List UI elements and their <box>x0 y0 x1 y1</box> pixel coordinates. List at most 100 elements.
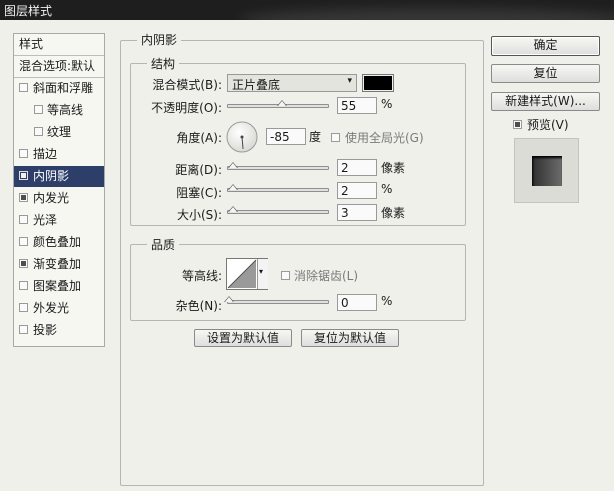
title-bar: 图层样式 <box>0 0 614 20</box>
styles-header-label: 样式 <box>19 37 44 51</box>
preview-thumbnail <box>514 138 579 203</box>
blending-options-item[interactable]: 混合选项:默认 <box>14 56 104 78</box>
noise-slider-thumb[interactable] <box>224 296 234 305</box>
opacity-slider-thumb[interactable] <box>277 100 287 109</box>
style-item-0[interactable]: 斜面和浮雕 <box>14 78 104 99</box>
angle-dial-icon <box>226 121 258 153</box>
style-item-checkbox[interactable] <box>19 237 28 246</box>
opacity-label: 不透明度(O): <box>151 101 222 115</box>
style-item-label: 外发光 <box>33 301 70 315</box>
style-item-label: 内发光 <box>33 191 70 205</box>
blend-mode-label: 混合模式(B): <box>152 78 222 92</box>
style-item-6[interactable]: 光泽 <box>14 210 104 231</box>
style-item-checkbox[interactable] <box>19 215 28 224</box>
shadow-color-fill <box>364 76 392 90</box>
preview-swatch <box>532 156 562 186</box>
style-item-label: 光泽 <box>33 213 58 227</box>
distance-label: 距离(D): <box>175 163 222 177</box>
make-default-button[interactable]: 设置为默认值 <box>194 329 292 347</box>
style-item-label: 内阴影 <box>33 169 70 183</box>
size-input[interactable]: 3 <box>337 204 377 221</box>
preview-label: 预览(V) <box>527 118 569 132</box>
blend-mode-select[interactable]: 正片叠底 ▾ <box>227 74 357 92</box>
distance-unit: 像素 <box>381 161 406 175</box>
style-item-checkbox[interactable] <box>19 83 28 92</box>
choke-unit: % <box>381 182 393 196</box>
style-item-label: 颜色叠加 <box>33 235 82 249</box>
noise-input[interactable]: 0 <box>337 294 377 311</box>
preview-checkbox[interactable] <box>513 120 522 129</box>
style-item-2[interactable]: 纹理 <box>14 122 104 143</box>
style-item-label: 渐变叠加 <box>33 257 82 271</box>
distance-input[interactable]: 2 <box>337 159 377 176</box>
style-item-label: 纹理 <box>47 125 72 139</box>
noise-unit: % <box>381 294 393 308</box>
quality-title: 品质 <box>147 236 180 253</box>
opacity-unit: % <box>381 97 393 111</box>
opacity-input[interactable]: 55 <box>337 97 377 114</box>
style-item-checkbox[interactable] <box>34 127 43 136</box>
style-item-label: 投影 <box>33 323 58 337</box>
size-slider[interactable] <box>227 210 329 214</box>
style-item-3[interactable]: 描边 <box>14 144 104 165</box>
size-slider-thumb[interactable] <box>228 206 238 215</box>
styles-list: 样式 混合选项:默认 斜面和浮雕等高线纹理描边内阴影内发光光泽颜色叠加渐变叠加图… <box>13 33 105 347</box>
ok-button[interactable]: 确定 <box>491 36 600 56</box>
structure-title: 结构 <box>147 55 180 72</box>
style-item-label: 描边 <box>33 147 58 161</box>
anti-alias-checkbox[interactable] <box>281 271 290 280</box>
noise-slider[interactable] <box>227 300 329 304</box>
shadow-color-swatch[interactable] <box>362 74 394 92</box>
noise-label: 杂色(N): <box>175 299 222 313</box>
choke-slider-thumb[interactable] <box>228 184 238 193</box>
style-item-10[interactable]: 外发光 <box>14 298 104 319</box>
chevron-down-icon: ▾ <box>347 76 352 86</box>
styles-header[interactable]: 样式 <box>14 34 104 56</box>
angle-dial[interactable] <box>226 121 258 153</box>
choke-label: 阻塞(C): <box>176 186 222 200</box>
distance-slider[interactable] <box>227 166 329 170</box>
choke-slider[interactable] <box>227 188 329 192</box>
size-label: 大小(S): <box>176 208 222 222</box>
style-item-11[interactable]: 投影 <box>14 320 104 341</box>
style-item-checkbox[interactable] <box>19 325 28 334</box>
contour-label: 等高线: <box>181 269 222 283</box>
style-item-label: 等高线 <box>47 103 84 117</box>
contour-preview-icon <box>227 259 257 289</box>
reset-to-default-button[interactable]: 复位为默认值 <box>301 329 399 347</box>
inner-shadow-title: 内阴影 <box>137 31 182 48</box>
style-item-checkbox[interactable] <box>19 193 28 202</box>
style-item-1[interactable]: 等高线 <box>14 100 104 121</box>
style-item-5[interactable]: 内发光 <box>14 188 104 209</box>
style-item-checkbox[interactable] <box>19 303 28 312</box>
style-item-9[interactable]: 图案叠加 <box>14 276 104 297</box>
distance-slider-thumb[interactable] <box>228 162 238 171</box>
angle-unit: 度 <box>309 130 322 144</box>
use-global-light-checkbox[interactable] <box>331 133 340 142</box>
style-item-checkbox[interactable] <box>19 149 28 158</box>
size-unit: 像素 <box>381 206 406 220</box>
window-title: 图层样式 <box>4 4 53 18</box>
style-item-checkbox[interactable] <box>34 105 43 114</box>
blend-mode-value: 正片叠底 <box>232 78 281 92</box>
contour-dropdown[interactable]: ▾ <box>257 259 268 289</box>
style-item-checkbox[interactable] <box>19 259 28 268</box>
chevron-down-icon: ▾ <box>259 267 264 276</box>
angle-label: 角度(A): <box>176 131 222 145</box>
title-bar-glow <box>240 8 614 20</box>
style-item-8[interactable]: 渐变叠加 <box>14 254 104 275</box>
style-item-label: 图案叠加 <box>33 279 82 293</box>
reset-button[interactable]: 复位 <box>491 64 600 83</box>
style-item-checkbox[interactable] <box>19 171 28 180</box>
use-global-light-label: 使用全局光(G) <box>345 131 424 145</box>
style-item-4[interactable]: 内阴影 <box>14 166 104 187</box>
angle-input[interactable]: -85 <box>266 128 306 145</box>
anti-alias-label: 消除锯齿(L) <box>294 269 359 283</box>
contour-picker[interactable]: ▾ <box>226 258 268 290</box>
style-item-7[interactable]: 颜色叠加 <box>14 232 104 253</box>
style-item-checkbox[interactable] <box>19 281 28 290</box>
style-item-label: 斜面和浮雕 <box>33 81 94 95</box>
new-style-button[interactable]: 新建样式(W)... <box>491 92 600 111</box>
blending-options-label: 混合选项:默认 <box>19 59 96 73</box>
choke-input[interactable]: 2 <box>337 182 377 199</box>
